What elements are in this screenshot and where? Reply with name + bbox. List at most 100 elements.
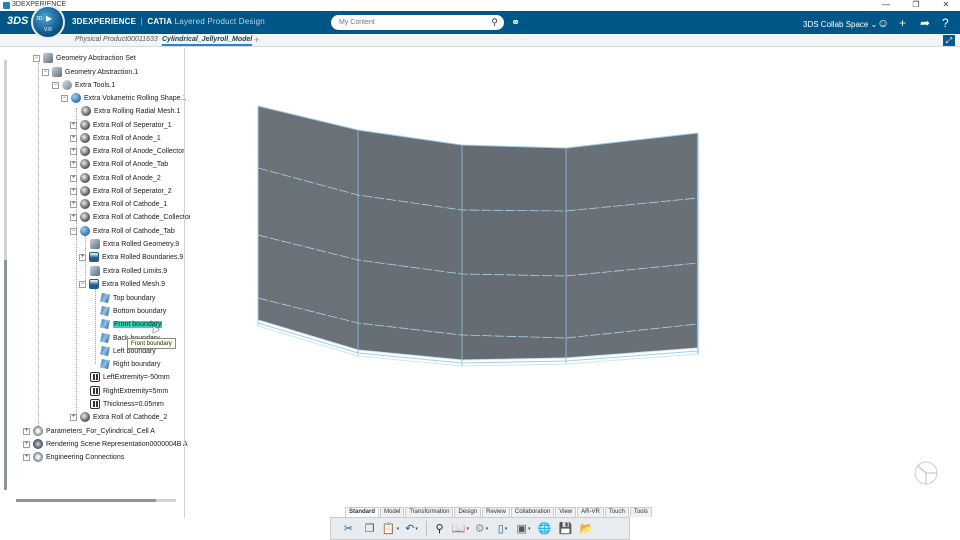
compass-icon[interactable]: 3D ▶ V.R	[31, 5, 65, 39]
collapse-icon[interactable]: −	[79, 280, 86, 288]
collapse-icon[interactable]: −	[33, 54, 40, 62]
tree-item[interactable]: − Extra Roll of Cathode_Tab	[70, 225, 175, 237]
tree-divider	[184, 48, 185, 518]
action-tab[interactable]: AR-VR	[577, 507, 604, 517]
restore-button[interactable]: ❐	[902, 0, 930, 11]
search-input[interactable]	[339, 17, 479, 28]
compass-version: V.R	[44, 27, 52, 33]
expand-node-icon[interactable]: +	[70, 160, 77, 168]
tree-item[interactable]: − Extra Rolled Mesh.9	[79, 278, 165, 290]
action-tab[interactable]: Tools	[629, 507, 652, 517]
expand-node-icon[interactable]: +	[23, 453, 30, 461]
expand-node-icon[interactable]: +	[70, 174, 77, 182]
export-icon[interactable]: 📂	[577, 520, 596, 537]
collab-space-selector[interactable]: 3DS Collab Space ⌄	[803, 20, 877, 29]
book-icon[interactable]: 📖 ▾	[451, 520, 470, 537]
tree-item[interactable]: Extra Rolled Limits.9	[90, 265, 167, 277]
tree-item[interactable]: + Parameters_For_Cylindrical_Cell A	[23, 425, 155, 437]
undo-icon[interactable]: ↶ ▾	[402, 520, 421, 537]
save-icon[interactable]: 💾	[556, 520, 575, 537]
action-tab[interactable]: Model	[380, 507, 405, 517]
tree-item[interactable]: Bottom boundary	[100, 305, 166, 317]
expand-node-icon[interactable]: +	[70, 187, 77, 195]
action-tab[interactable]: Review	[482, 507, 510, 517]
tree-item[interactable]: + Engineering Connections	[23, 451, 124, 463]
tag-icon[interactable]: ⚭	[511, 16, 520, 29]
tree-item[interactable]: Extra Rolling Radial Mesh.1	[81, 105, 180, 117]
surface-panel-4[interactable]	[566, 133, 698, 358]
collapse-icon[interactable]: −	[52, 81, 59, 89]
cut-icon[interactable]: ✂	[339, 520, 358, 537]
collapse-icon[interactable]: −	[61, 94, 68, 102]
tree-item[interactable]: Top boundary	[100, 292, 155, 304]
expand-node-icon[interactable]: +	[23, 440, 30, 448]
tab-physical-product[interactable]: Physical Product00011633	[75, 36, 158, 43]
tree-item[interactable]: + Extra Roll of Cathode_1	[70, 198, 167, 210]
tree-item[interactable]: + Extra Roll of Cathode_Collector	[70, 211, 190, 223]
tree-item[interactable]: + Extra Roll of Anode_1	[70, 132, 161, 144]
tree-item[interactable]: + Extra Roll of Anode_Tab	[70, 158, 168, 170]
expand-node-icon[interactable]: +	[70, 121, 77, 129]
tree-item[interactable]: + Extra Roll of Seperator_2	[70, 185, 172, 197]
expand-node-icon[interactable]: +	[70, 200, 77, 208]
surface-panel-3[interactable]	[462, 145, 566, 360]
tree-item[interactable]: + Extra Roll of Seperator_1	[70, 119, 172, 131]
3d-viewport[interactable]	[190, 48, 960, 514]
expand-node-icon[interactable]: +	[70, 413, 77, 421]
tree-item[interactable]: Thickness=0.05mm	[90, 398, 164, 410]
expand-node-icon[interactable]: +	[70, 213, 77, 221]
tree-item[interactable]: + Extra Roll of Anode_2	[70, 172, 161, 184]
collapse-icon[interactable]: −	[70, 227, 77, 235]
minimize-button[interactable]: —	[872, 0, 900, 11]
collapse-icon[interactable]: −	[42, 68, 49, 76]
tree-item[interactable]: − Extra Volumetric Rolling Shape.1	[61, 92, 186, 104]
tree-item[interactable]: + Extra Rolled Boundaries.9	[79, 251, 183, 263]
expand-node-icon[interactable]: +	[23, 427, 30, 435]
tree-node-shape-icon	[71, 93, 81, 103]
gear-icon[interactable]: ⚙ ▾	[472, 520, 491, 537]
surface-panel-1[interactable]	[258, 106, 358, 350]
tree-item[interactable]: + Extra Roll of Anode_Collector	[70, 145, 184, 157]
copy-icon[interactable]: ❐	[360, 520, 379, 537]
tree-item[interactable]: + Extra Roll of Cathode_2	[70, 411, 167, 423]
cube-icon[interactable]: ▣ ▾	[514, 520, 533, 537]
tree-item[interactable]: Extra Rolled Geometry.9	[90, 238, 179, 250]
action-tab[interactable]: Design	[454, 507, 482, 517]
tree-item-label: Rendering Scene Representation0000004B A	[46, 440, 188, 448]
tree-item[interactable]: Right boundary	[100, 358, 160, 370]
add-icon[interactable]: +	[899, 16, 906, 30]
tree-item[interactable]: LeftExtremity=-50mm	[90, 371, 170, 383]
ds-logo-icon[interactable]: 3DS	[7, 15, 28, 27]
tree-item[interactable]: + Rendering Scene Representation0000004B …	[23, 438, 188, 450]
user-icon[interactable]: ☺	[877, 16, 889, 30]
plane-icon[interactable]: ▯ ▾	[493, 520, 512, 537]
tree-item[interactable]: RightExtremity=5mm	[90, 385, 168, 397]
tree-item[interactable]: − Extra Tools.1	[52, 79, 115, 91]
jellyroll-surface[interactable]	[257, 105, 699, 367]
zoom-icon[interactable]: ⚲	[430, 520, 449, 537]
action-tab[interactable]: Standard	[345, 507, 380, 517]
tree-item[interactable]: − Geometry Abstraction Set	[33, 52, 136, 64]
expand-node-icon[interactable]: +	[79, 253, 86, 261]
search-box[interactable]: ⚲	[331, 15, 504, 30]
expand-node-icon[interactable]: +	[70, 147, 77, 155]
help-icon[interactable]: ?	[942, 16, 949, 30]
close-button[interactable]: ✕	[932, 0, 960, 11]
action-tab[interactable]: View	[555, 507, 577, 517]
axis-compass-icon[interactable]	[913, 460, 939, 486]
add-tab-icon[interactable]: +	[254, 35, 259, 45]
paste-icon[interactable]: 📋 ▾	[381, 520, 400, 537]
tree-horizontal-scroll-thumb[interactable]	[16, 499, 156, 502]
tab-jellyroll-model[interactable]: Cylindrical_Jellyroll_Model	[162, 36, 253, 46]
expand-icon[interactable]: ⤢	[943, 35, 955, 46]
share-icon[interactable]: ➦	[920, 16, 930, 30]
search-icon[interactable]: ⚲	[491, 17, 498, 28]
globe-icon[interactable]: 🌐	[535, 520, 554, 537]
tree-vertical-scroll-thumb[interactable]	[4, 260, 7, 490]
surface-panel-2[interactable]	[358, 130, 462, 360]
tree-item[interactable]: − Geometry Abstraction.1	[42, 66, 138, 78]
action-tab[interactable]: Collaboration	[510, 507, 555, 517]
action-tab[interactable]: Transformation	[405, 507, 454, 517]
expand-node-icon[interactable]: +	[70, 134, 77, 142]
action-tab[interactable]: Touch	[604, 507, 629, 517]
